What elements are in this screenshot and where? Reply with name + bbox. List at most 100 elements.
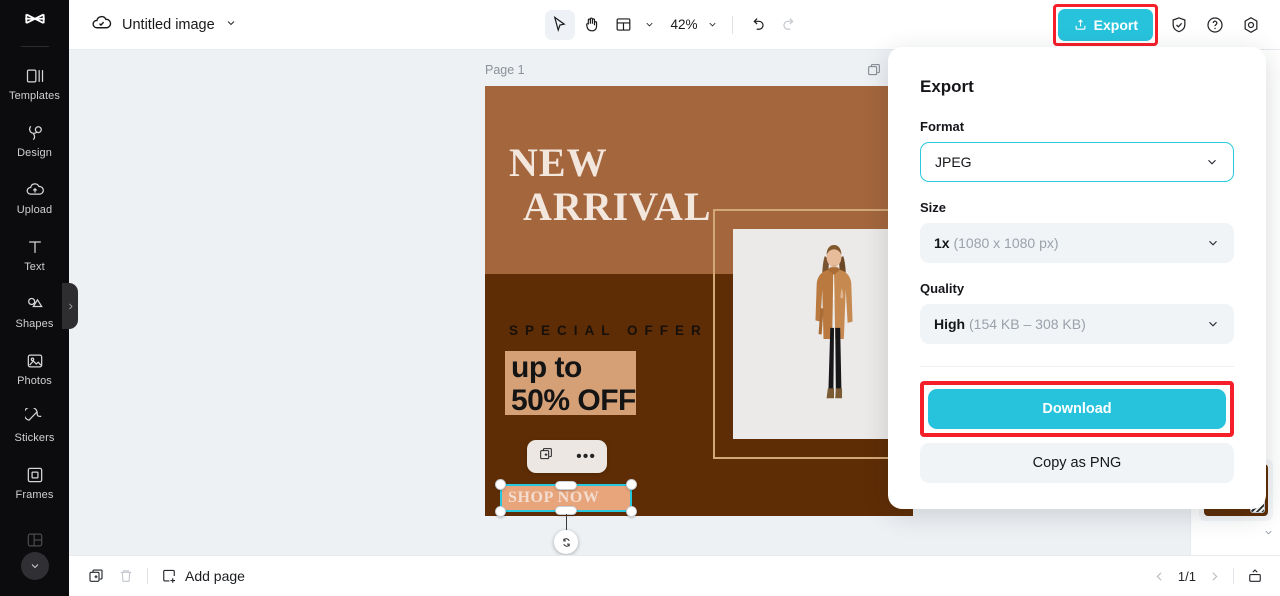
grid-more-icon xyxy=(24,529,46,551)
sidebar-label-shapes: Shapes xyxy=(15,318,54,330)
more-options-icon[interactable]: ••• xyxy=(576,448,596,464)
photos-icon xyxy=(24,350,46,372)
quality-label: Quality xyxy=(920,281,965,296)
format-select-value: JPEG xyxy=(935,154,972,170)
redo-button[interactable] xyxy=(775,10,805,40)
page-header: Page 1 ••• xyxy=(485,61,913,78)
page-indicator: 1/1 xyxy=(1177,568,1196,584)
sidebar-item-shapes[interactable]: Shapes xyxy=(0,283,69,340)
hand-tool-button[interactable] xyxy=(576,10,606,40)
export-panel-title: Export xyxy=(920,77,974,96)
document-title-caret[interactable] xyxy=(225,16,237,34)
chevron-right-icon xyxy=(1212,571,1218,581)
sidebar-label-design: Design xyxy=(17,147,52,159)
toolbar-divider xyxy=(731,15,733,34)
artboard-photo[interactable] xyxy=(733,229,913,439)
app-root: Templates Design Upload Text Shapes Phot… xyxy=(0,0,1280,596)
export-upload-icon xyxy=(1075,19,1086,30)
sidebar-item-templates[interactable]: Templates xyxy=(0,55,69,112)
chevron-down-icon xyxy=(646,22,653,27)
download-button[interactable]: Download xyxy=(928,389,1226,429)
resize-handle-top-left[interactable] xyxy=(495,479,506,490)
delete-page-button[interactable] xyxy=(117,567,135,585)
templates-icon xyxy=(24,65,46,87)
select-tool-button[interactable] xyxy=(544,9,575,40)
add-page-icon xyxy=(163,569,175,583)
format-select[interactable]: JPEG xyxy=(920,142,1234,182)
add-page-label: Add page xyxy=(185,568,245,584)
sidebar-item-photos[interactable]: Photos xyxy=(0,340,69,397)
settings-gear-icon xyxy=(1244,16,1258,33)
selected-element-shop-now[interactable]: SHOP NOW xyxy=(495,479,637,554)
document-info: Untitled image xyxy=(69,12,237,38)
layout-caret-button[interactable] xyxy=(640,11,658,39)
duplicate-page-icon xyxy=(868,64,880,76)
quality-filesize: (154 KB – 308 KB) xyxy=(969,316,1086,332)
shapes-icon xyxy=(24,293,46,315)
shield-button[interactable] xyxy=(1164,10,1194,40)
sidebar-item-text[interactable]: Text xyxy=(0,226,69,283)
duplicate-page-icon xyxy=(89,569,103,582)
cloud-saved-icon xyxy=(91,12,112,38)
present-button[interactable] xyxy=(1246,567,1264,585)
element-duplicate-button[interactable] xyxy=(538,446,554,467)
stickers-icon xyxy=(24,407,46,429)
artboard-offer-text[interactable]: up to 50% OFF xyxy=(511,351,636,417)
sidebar-collapse-handle[interactable] xyxy=(62,283,78,329)
chevron-down-icon xyxy=(709,22,716,27)
format-label: Format xyxy=(920,119,965,134)
settings-button[interactable] xyxy=(1236,10,1266,40)
sidebar-label-text: Text xyxy=(24,261,45,273)
size-select[interactable]: 1x (1080 x 1080 px) xyxy=(920,223,1234,263)
bottom-divider xyxy=(147,568,148,584)
add-page-button[interactable]: Add page xyxy=(160,567,245,585)
next-page-button[interactable] xyxy=(1208,570,1221,583)
sidebar-item-upload[interactable]: Upload xyxy=(0,169,69,226)
rotate-handle[interactable] xyxy=(554,530,578,554)
sidebar-label-frames: Frames xyxy=(15,489,54,501)
text-icon xyxy=(24,236,46,258)
page-duplicate-button[interactable] xyxy=(866,62,882,78)
artboard-offer-line1: up to xyxy=(511,351,582,384)
cursor-arrow-icon xyxy=(553,15,566,33)
undo-button[interactable] xyxy=(743,10,773,40)
bottom-right-group: 1/1 xyxy=(1153,567,1264,585)
shop-now-label: SHOP NOW xyxy=(508,489,600,506)
prev-page-button[interactable] xyxy=(1153,570,1166,583)
upload-cloud-icon xyxy=(24,179,46,201)
trash-icon xyxy=(120,570,132,582)
quality-select[interactable]: High (154 KB – 308 KB) xyxy=(920,304,1234,344)
zoom-caret-button[interactable] xyxy=(704,11,722,39)
sidebar-item-stickers[interactable]: Stickers xyxy=(0,397,69,454)
export-button-label: Export xyxy=(1093,16,1138,33)
resize-handle-bottom-left[interactable] xyxy=(495,506,506,517)
chevron-down-icon xyxy=(1208,159,1216,165)
page-label: Page 1 xyxy=(485,63,525,77)
chevron-left-icon xyxy=(1156,571,1162,581)
help-button[interactable] xyxy=(1200,10,1230,40)
artboard-special-offer[interactable]: SPECIAL OFFER xyxy=(509,323,708,338)
duplicate-page-button[interactable] xyxy=(87,567,105,585)
copy-as-png-button[interactable]: Copy as PNG xyxy=(920,443,1234,483)
resize-handle-top[interactable] xyxy=(555,481,577,490)
sidebar-label-stickers: Stickers xyxy=(14,432,55,444)
chevron-down-icon xyxy=(227,20,235,25)
export-panel-divider xyxy=(920,366,1234,367)
chevron-down-icon xyxy=(1209,321,1217,327)
hand-icon xyxy=(586,17,598,32)
sidebar-label-upload: Upload xyxy=(16,204,53,216)
topbar-right-group: Export xyxy=(1052,3,1266,46)
resize-handle-bottom-right[interactable] xyxy=(626,506,637,517)
sidebar-item-frames[interactable]: Frames xyxy=(0,454,69,511)
sidebar-expand-button[interactable] xyxy=(20,552,49,580)
resize-handle-top-right[interactable] xyxy=(626,479,637,490)
panel-collapse-caret[interactable] xyxy=(1263,525,1274,543)
app-logo[interactable] xyxy=(0,0,69,44)
document-title[interactable]: Untitled image xyxy=(122,17,215,33)
sidebar-item-design[interactable]: Design xyxy=(0,112,69,169)
export-button[interactable]: Export xyxy=(1057,8,1153,41)
quality-select-value: High (154 KB – 308 KB) xyxy=(934,316,1086,332)
layout-tool-button[interactable] xyxy=(608,10,638,40)
